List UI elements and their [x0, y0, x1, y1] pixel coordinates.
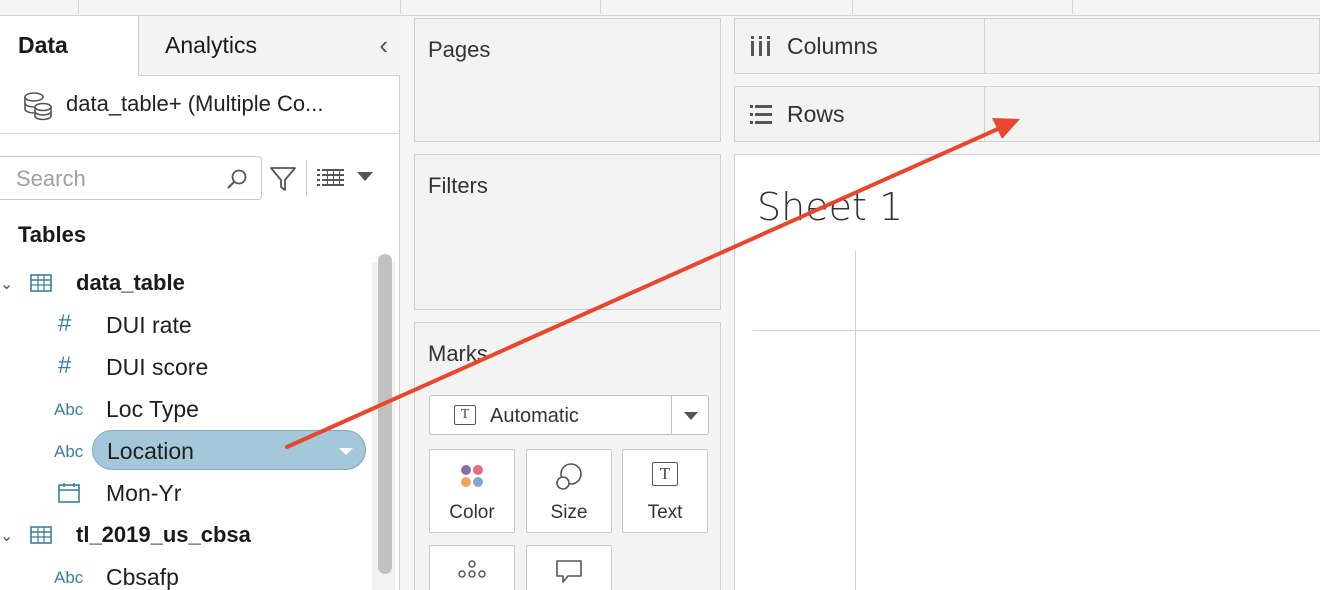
- text-icon: T: [652, 462, 678, 486]
- datasource-item[interactable]: data_table+ (Multiple Co...: [0, 76, 400, 134]
- top-toolbar-strip: [0, 0, 1320, 16]
- text-button[interactable]: T Text: [622, 449, 708, 533]
- view-dropdown-icon[interactable]: [357, 172, 373, 181]
- search-input[interactable]: [16, 166, 216, 192]
- tooltip-button[interactable]: [526, 545, 612, 590]
- list-view-icon[interactable]: [316, 166, 346, 190]
- worksheet-canvas[interactable]: Sheet 1: [734, 154, 1320, 590]
- size-button[interactable]: Size: [526, 449, 612, 533]
- pages-card[interactable]: Pages: [414, 18, 721, 142]
- color-icon: [461, 465, 483, 487]
- text-label: Text: [647, 502, 683, 523]
- toolbar-divider: [1072, 0, 1073, 14]
- chevron-down-icon[interactable]: [684, 412, 698, 420]
- tab-data[interactable]: Data: [0, 16, 138, 76]
- rows-label: Rows: [787, 101, 845, 127]
- table-name: data_table: [76, 270, 185, 295]
- columns-icon: [751, 36, 770, 56]
- string-type-icon: Abc: [54, 400, 84, 419]
- field-label: DUI rate: [106, 312, 192, 338]
- marks-card: Marks T Automatic Color Size T Text: [414, 322, 721, 590]
- string-type-icon: Abc: [54, 442, 84, 461]
- size-label: Size: [550, 502, 588, 523]
- tab-analytics[interactable]: Analytics ‹: [138, 16, 400, 76]
- field-item[interactable]: # DUI score: [0, 346, 370, 388]
- pill-dropdown-icon[interactable]: [339, 448, 353, 455]
- field-label: DUI score: [106, 354, 209, 380]
- mark-type-select[interactable]: T Automatic: [429, 395, 709, 435]
- pages-title: Pages: [428, 37, 491, 62]
- table-row[interactable]: ⌄ data_table: [0, 262, 370, 304]
- rows-icon: [750, 105, 772, 124]
- canvas-axis-vertical: [855, 251, 856, 590]
- text-mark-icon: T: [454, 405, 476, 425]
- canvas-axis-horizontal: [753, 330, 1320, 331]
- table-row[interactable]: ⌄ tl_2019_us_cbsa: [0, 514, 370, 556]
- table-icon: [30, 526, 52, 544]
- field-item-selected[interactable]: Abc Location: [0, 430, 370, 472]
- tables-heading: Tables: [18, 222, 87, 247]
- filter-icon[interactable]: [268, 164, 298, 194]
- search-box: [0, 156, 262, 200]
- field-item[interactable]: Abc Cbsafp: [0, 556, 370, 590]
- field-pill-location[interactable]: Location: [92, 430, 366, 470]
- field-label: Mon-Yr: [106, 480, 182, 506]
- columns-shelf-label: Columns: [735, 19, 985, 73]
- toolbar-divider: [78, 0, 79, 14]
- measure-type-icon: #: [58, 352, 72, 379]
- string-type-icon: Abc: [54, 568, 84, 587]
- table-icon: [30, 274, 52, 292]
- calendar-icon: [58, 483, 80, 503]
- columns-shelf[interactable]: Columns: [734, 18, 1320, 74]
- field-item[interactable]: Abc Loc Type: [0, 388, 370, 430]
- data-pane: Data Analytics ‹ data_table+ (Multiple C…: [0, 16, 400, 590]
- collapse-pane-icon[interactable]: ‹: [379, 30, 388, 61]
- mark-type-value: Automatic: [490, 405, 579, 427]
- field-item[interactable]: Mon-Yr: [0, 472, 370, 514]
- marks-title: Marks: [428, 341, 488, 366]
- size-icon: [556, 463, 582, 490]
- toolbar-separator: [306, 160, 307, 196]
- tab-analytics-label: Analytics: [165, 32, 258, 58]
- detail-icon: [458, 560, 486, 578]
- sheet-title[interactable]: Sheet 1: [757, 185, 903, 229]
- chevron-down-icon[interactable]: ⌄: [0, 526, 13, 546]
- datasource-name: data_table+ (Multiple Co...: [66, 91, 324, 116]
- filters-title: Filters: [428, 173, 488, 198]
- toolbar-divider: [400, 0, 401, 14]
- measure-type-icon: #: [58, 310, 72, 337]
- field-label: Cbsafp: [106, 564, 179, 590]
- toolbar-divider: [600, 0, 601, 14]
- color-button[interactable]: Color: [429, 449, 515, 533]
- scrollbar-thumb[interactable]: [378, 254, 392, 574]
- database-icon: [24, 92, 52, 121]
- columns-label: Columns: [787, 33, 878, 59]
- color-label: Color: [449, 502, 495, 523]
- field-item[interactable]: # DUI rate: [0, 304, 370, 346]
- search-icon[interactable]: [225, 167, 249, 191]
- table-name: tl_2019_us_cbsa: [76, 522, 251, 547]
- filters-card[interactable]: Filters: [414, 154, 721, 310]
- field-label: Location: [107, 438, 194, 464]
- rows-shelf-label: Rows: [735, 87, 985, 141]
- rows-shelf[interactable]: Rows: [734, 86, 1320, 142]
- detail-button[interactable]: [429, 545, 515, 590]
- select-divider: [671, 396, 672, 434]
- toolbar-divider: [852, 0, 853, 14]
- chevron-down-icon[interactable]: ⌄: [0, 274, 13, 294]
- tooltip-icon: [556, 560, 582, 583]
- field-label: Loc Type: [106, 396, 199, 422]
